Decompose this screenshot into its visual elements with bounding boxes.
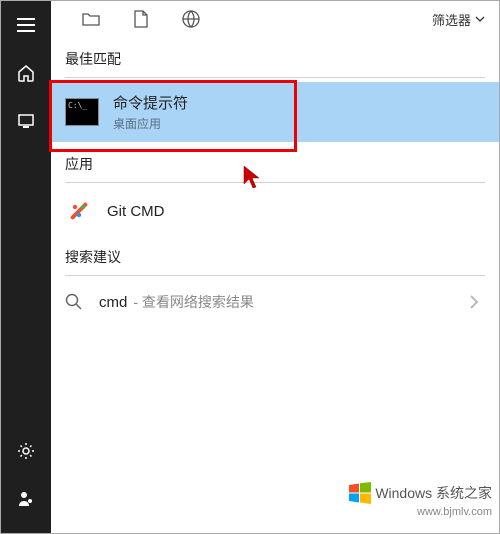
git-icon <box>65 197 93 225</box>
document-icon[interactable] <box>131 9 151 29</box>
result-command-prompt[interactable]: 命令提示符 桌面应用 <box>51 82 499 142</box>
result-git-cmd[interactable]: Git CMD <box>51 187 499 235</box>
result-subtitle: 桌面应用 <box>113 115 188 132</box>
divider <box>65 275 485 276</box>
section-best-match: 最佳匹配 <box>51 37 499 77</box>
result-title: 命令提示符 <box>113 92 188 113</box>
section-suggestions: 搜索建议 <box>51 235 499 275</box>
section-apps: 应用 <box>51 142 499 182</box>
user-button[interactable] <box>1 475 51 523</box>
watermark: Windows 系统之家 www.bjmlv.com <box>349 482 492 518</box>
filter-label: 筛选器 <box>432 10 471 29</box>
settings-button[interactable] <box>1 427 51 475</box>
filter-dropdown[interactable]: 筛选器 <box>432 10 485 29</box>
search-icon <box>65 293 85 311</box>
folder-icon[interactable] <box>81 9 101 29</box>
start-menu-search: 筛选器 最佳匹配 命令提示符 桌面应用 应用 <box>0 0 500 534</box>
sidebar <box>1 1 51 533</box>
globe-icon[interactable] <box>181 9 201 29</box>
cmd-prompt-icon <box>65 98 99 126</box>
divider <box>65 77 485 78</box>
screen-button[interactable] <box>1 97 51 145</box>
chevron-right-icon <box>469 294 479 310</box>
top-icon-row: 筛选器 <box>51 1 499 37</box>
result-title: Git CMD <box>107 203 165 220</box>
home-button[interactable] <box>1 49 51 97</box>
divider <box>65 182 485 183</box>
watermark-url: www.bjmlv.com <box>349 506 492 518</box>
suggestion-hint: - 查看网络搜索结果 <box>133 292 254 312</box>
annotation-cursor <box>242 164 262 190</box>
menu-button[interactable] <box>1 1 51 49</box>
watermark-brand: Windows 系统之家 <box>375 483 492 503</box>
windows-logo-icon <box>349 482 371 504</box>
suggestion-query: cmd <box>99 294 127 311</box>
chevron-down-icon <box>475 16 485 22</box>
web-search-suggestion[interactable]: cmd - 查看网络搜索结果 <box>51 280 499 324</box>
search-results-panel: 筛选器 最佳匹配 命令提示符 桌面应用 应用 <box>51 1 499 533</box>
